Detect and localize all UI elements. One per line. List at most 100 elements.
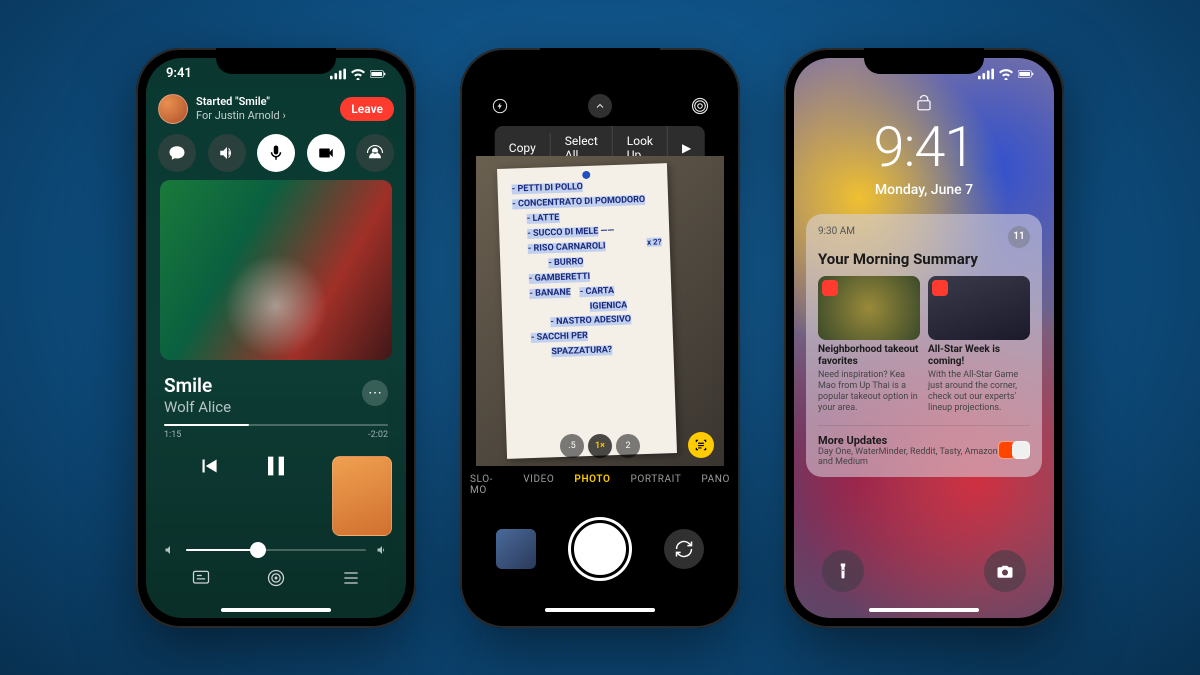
speaker-button[interactable] [208,134,246,172]
tile-desc: With the All-Star Game just around the c… [928,370,1030,415]
app-badge [932,280,948,296]
mode-slomo[interactable]: SLO-MO [470,474,503,496]
camera-viewfinder[interactable]: - PETTI DI POLLO - CONCENTRATO DI POMODO… [476,156,724,466]
status-icons [330,68,386,80]
progress[interactable]: 1:15 -2:02 [164,424,388,440]
note-line[interactable]: IGIENICA [590,300,628,311]
last-photo-thumb[interactable] [496,529,536,569]
camera-options-button[interactable] [588,94,612,118]
tile-desc: Need inspiration? Kea Mao from Up Thai i… [818,370,920,415]
handwritten-note[interactable]: - PETTI DI POLLO - CONCENTRATO DI POMODO… [497,163,677,459]
home-indicator[interactable] [545,608,655,612]
track-artist: Wolf Alice [164,398,388,416]
note-line[interactable]: - BANANE [529,287,571,298]
video-button[interactable] [307,134,345,172]
zoom-1x[interactable]: 1× [588,434,612,458]
home-indicator[interactable] [221,608,331,612]
note-line[interactable]: - GAMBERETTI [529,271,591,283]
flashlight-button[interactable] [822,550,864,592]
lock-buttons [794,550,1054,592]
facetime-pip[interactable] [332,456,392,536]
note-line[interactable]: - CARTA [580,285,615,296]
flash-button[interactable] [488,94,512,118]
note-line[interactable]: - SACCHI PER [531,331,588,343]
note-line[interactable]: SPAZZATURA? [551,345,612,357]
summary-card[interactable]: 9:30 AM 11 Your Morning Summary Neighbor… [806,214,1042,477]
notch [216,48,336,74]
camera-modes[interactable]: SLO-MO VIDEO PHOTO PORTRAIT PANO [470,474,730,496]
note-side[interactable]: x 2? [647,237,662,247]
more-title: More Updates [818,434,1002,447]
mode-pano[interactable]: PANO [701,474,730,496]
volume-low-icon [164,544,176,556]
lyrics-button[interactable] [191,568,211,592]
zoom-0.5[interactable]: .5 [560,434,584,458]
airplay-button[interactable] [266,568,286,592]
shareplay-banner[interactable]: Started "Smile" For Justin Arnold › Leav… [158,94,394,124]
tile-title: All-Star Week is coming! [928,344,1030,368]
summary-count: 11 [1008,226,1030,248]
camera-button[interactable] [984,550,1026,592]
prev-button[interactable] [196,453,222,483]
note-line[interactable]: - BURRO [548,256,584,267]
screen-lockscreen: 9:41 Monday, June 7 9:30 AM 11 Your Morn… [794,58,1054,618]
album-art[interactable] [160,180,392,360]
summary-tile-food[interactable]: Neighborhood takeout favorites Need insp… [818,276,920,415]
phone-shareplay: 9:41 Started "Smile" For Justin Arnold ›… [136,48,416,628]
mode-portrait[interactable]: PORTRAIT [630,474,681,496]
wifi-icon [998,68,1014,80]
more-updates[interactable]: More Updates Day One, WaterMinder, Reddi… [818,425,1030,467]
note-line[interactable]: - SUCCO DI MELE [527,226,598,238]
messages-button[interactable] [158,134,196,172]
time-elapsed: 1:15 [164,430,181,440]
note-line[interactable]: - RISO CARNAROLI [528,241,606,254]
banner-title: Started "Smile" [196,95,332,108]
flip-camera-button[interactable] [664,529,704,569]
phone-lockscreen: 9:41 Monday, June 7 9:30 AM 11 Your Morn… [784,48,1064,628]
screen-shareplay: 9:41 Started "Smile" For Justin Arnold ›… [146,58,406,618]
shutter-button[interactable] [571,520,629,578]
banner-text: Started "Smile" For Justin Arnold › [196,95,332,121]
shareplay-button[interactable] [356,134,394,172]
volume[interactable] [164,544,388,556]
note-line[interactable]: - LATTE [527,212,560,223]
signal-icon [978,68,994,80]
status-time: 9:41 [166,66,192,81]
notch [540,48,660,74]
live-text-button[interactable] [688,432,714,458]
mode-video[interactable]: VIDEO [523,474,554,496]
queue-button[interactable] [341,568,361,592]
camera-top-controls [470,94,730,118]
note-line[interactable]: - PETTI DI POLLO [512,182,584,194]
mode-photo[interactable]: PHOTO [574,474,610,496]
home-indicator[interactable] [869,608,979,612]
progress-bar[interactable] [164,424,388,426]
phone-camera: Copy Select All Look Up ▶ - PETTI DI POL… [460,48,740,628]
shutter-row [470,520,730,578]
zoom-controls: .5 1× 2 [560,434,640,458]
volume-slider[interactable] [186,549,366,551]
mic-button[interactable] [257,134,295,172]
screen-camera: Copy Select All Look Up ▶ - PETTI DI POL… [470,58,730,618]
track-info: Smile Wolf Alice ⋯ [164,374,388,416]
time-remaining: -2:02 [368,430,388,440]
zoom-2[interactable]: 2 [616,434,640,458]
more-button[interactable]: ⋯ [362,380,388,406]
note-line[interactable]: - NASTRO ADESIVO [550,314,631,327]
leave-button[interactable]: Leave [340,97,394,121]
track-title: Smile [164,374,388,397]
more-desc: Day One, WaterMinder, Reddit, Tasty, Ama… [818,447,1002,467]
tile-image [928,276,1030,340]
volume-knob[interactable] [250,542,266,558]
app-badge [822,280,838,296]
lock-date: Monday, June 7 [794,182,1054,198]
lock-time: 9:41 [794,114,1054,180]
lock-icon [915,94,933,116]
progress-times: 1:15 -2:02 [164,430,388,440]
notch [864,48,984,74]
summary-tile-sport[interactable]: All-Star Week is coming! With the All-St… [928,276,1030,415]
pause-button[interactable] [260,450,292,486]
app-mini-icons [1002,441,1030,459]
tile-title: Neighborhood takeout favorites [818,344,920,368]
live-button[interactable] [688,94,712,118]
